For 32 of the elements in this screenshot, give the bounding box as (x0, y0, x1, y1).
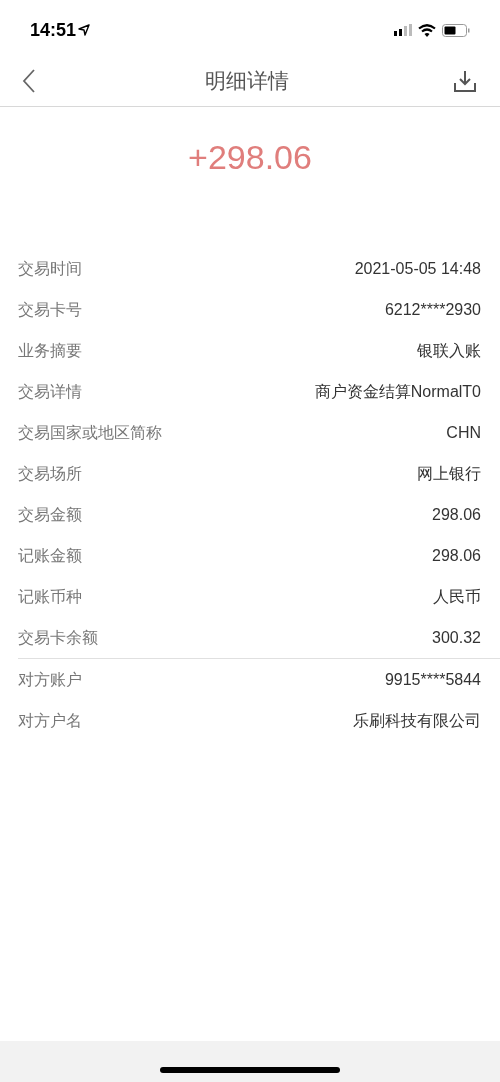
field-label: 对方账户 (18, 669, 82, 690)
transaction-amount: +298.06 (188, 137, 312, 178)
field-value: 298.06 (432, 504, 481, 525)
field-label: 交易详情 (18, 381, 82, 402)
field-value: 298.06 (432, 545, 481, 566)
field-label: 交易卡余额 (18, 627, 98, 648)
field-value: 商户资金结算NormalT0 (314, 381, 481, 402)
field-label: 业务摘要 (18, 340, 82, 361)
status-time: 14:51 (30, 18, 77, 42)
field-label: 交易金额 (18, 504, 82, 525)
field-value: 乐刷科技有限公司 (353, 710, 481, 731)
battery-icon (442, 23, 470, 37)
field-label: 记账币种 (18, 586, 82, 607)
field-label: 交易时间 (18, 258, 82, 279)
field-value: 300.32 (432, 627, 481, 648)
page-title: 明细详情 (205, 68, 289, 95)
field-value: 银联入账 (417, 340, 481, 361)
field-label: 对方户名 (18, 710, 82, 731)
field-value: CHN (446, 422, 481, 443)
location-arrow-icon (78, 24, 91, 36)
field-label: 交易场所 (18, 463, 82, 484)
field-value: 网上银行 (417, 463, 481, 484)
field-value: 2021-05-05 14:48 (354, 258, 481, 279)
field-label: 交易国家或地区简称 (18, 422, 162, 443)
field-value: 6212****2930 (384, 299, 481, 320)
field-value: 人民币 (433, 586, 481, 607)
field-label: 记账金额 (18, 545, 82, 566)
field-value: 9915****5844 (384, 669, 481, 690)
wifi-icon (418, 23, 436, 37)
field-label: 交易卡号 (18, 299, 82, 320)
signal-icon (394, 24, 412, 36)
download-button[interactable] (452, 68, 478, 94)
